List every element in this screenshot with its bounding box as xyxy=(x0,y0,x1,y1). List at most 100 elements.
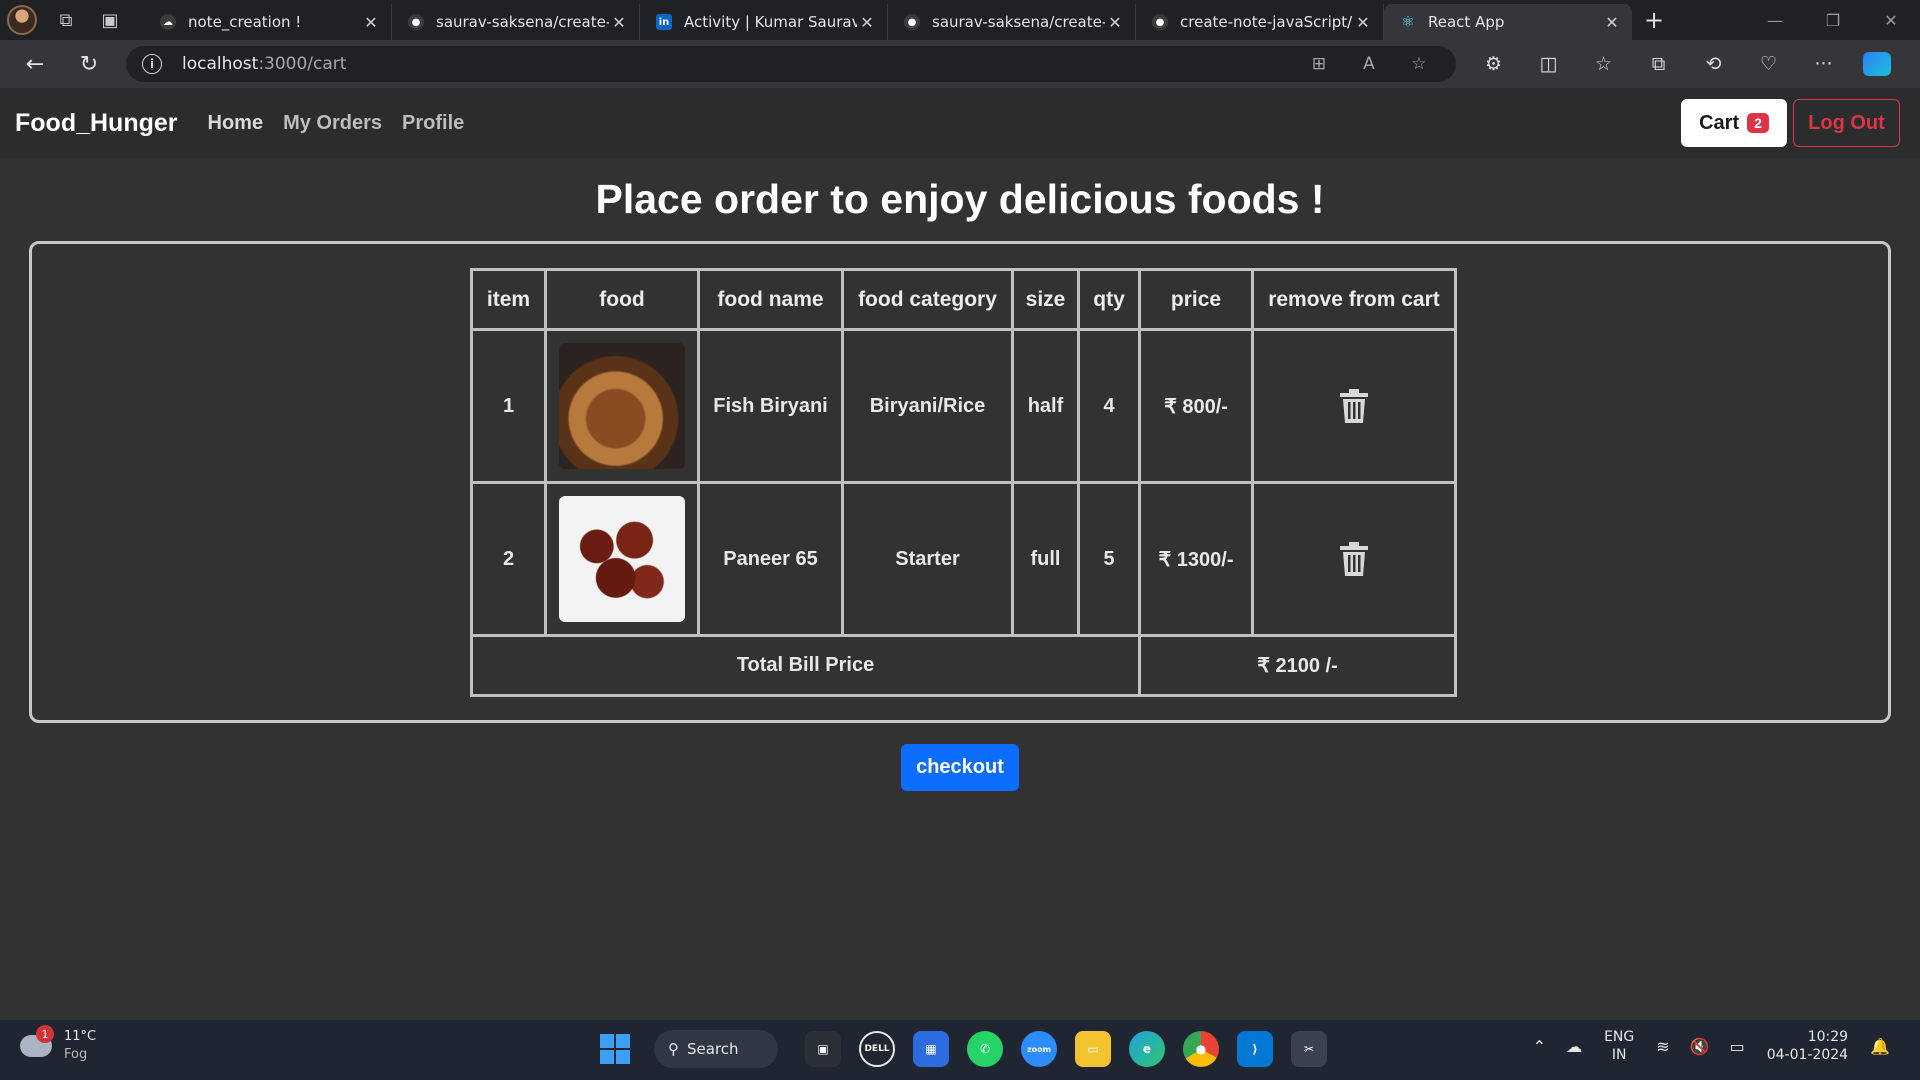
volume-muted-icon[interactable]: 🔇 xyxy=(1690,1037,1710,1056)
trash-icon[interactable] xyxy=(1339,389,1369,423)
zoom-icon[interactable]: zoom xyxy=(1021,1031,1057,1067)
more-icon[interactable]: ··· xyxy=(1796,53,1851,75)
remove-cell xyxy=(1251,328,1457,484)
notification-bell-icon[interactable]: 🔔 xyxy=(1870,1037,1890,1056)
column-header: food name xyxy=(697,268,844,331)
file-explorer-icon[interactable]: ▭ xyxy=(1075,1031,1111,1067)
app-available-icon[interactable]: ⊞ xyxy=(1294,54,1344,74)
column-header: remove from cart xyxy=(1251,268,1457,331)
cart-table: item food food name food category size q… xyxy=(470,268,1457,697)
history-icon[interactable]: ⟲ xyxy=(1686,53,1741,75)
item-number: 2 xyxy=(470,481,547,637)
site-info-icon[interactable]: i xyxy=(142,54,162,74)
address-bar[interactable]: i localhost:3000/cart ⊞ A ☆ xyxy=(126,46,1456,82)
split-screen-icon[interactable]: ◫ xyxy=(1521,53,1576,75)
tab-title: note_creation ! xyxy=(188,13,302,31)
windows-start-icon[interactable] xyxy=(600,1034,630,1064)
total-value: ₹ 2100 /- xyxy=(1138,634,1457,697)
close-icon[interactable]: ✕ xyxy=(361,13,381,32)
food-size: half xyxy=(1011,328,1080,484)
snipping-tool-icon[interactable]: ✂ xyxy=(1291,1031,1327,1067)
chrome-icon[interactable]: ● xyxy=(1183,1031,1219,1067)
profile-avatar[interactable] xyxy=(0,0,44,40)
table-row: 2 Paneer 65 Starter full 5 ₹ 1300/- xyxy=(470,481,1457,637)
tab-note-creation[interactable]: ☁ note_creation ! ✕ xyxy=(144,4,392,40)
restore-icon[interactable]: ❐ xyxy=(1804,0,1862,40)
language-indicator[interactable]: ENG IN xyxy=(1604,1028,1634,1064)
food-name: Fish Biryani xyxy=(697,328,844,484)
react-icon: ⚛ xyxy=(1401,13,1415,31)
clock-time: 10:29 xyxy=(1807,1029,1849,1045)
brand-logo[interactable]: Food_Hunger xyxy=(15,109,178,138)
weather-widget[interactable]: 1 11°C Fog xyxy=(20,1025,96,1064)
fog-icon: 1 xyxy=(20,1025,54,1057)
onedrive-icon[interactable]: ☁ xyxy=(1566,1037,1582,1056)
read-aloud-icon[interactable]: A xyxy=(1344,54,1394,74)
app-page: Food_Hunger Home My Orders Profile Cart … xyxy=(0,88,1920,1020)
column-header: food category xyxy=(841,268,1014,331)
taskbar-search[interactable]: ⚲ Search xyxy=(654,1030,778,1068)
region-code: IN xyxy=(1611,1047,1627,1063)
chevron-up-icon[interactable]: ⌃ xyxy=(1533,1037,1546,1056)
task-view-icon[interactable]: ▣ xyxy=(805,1031,841,1067)
trash-icon[interactable] xyxy=(1339,542,1369,576)
food-image-cell xyxy=(544,481,700,637)
copilot-icon[interactable] xyxy=(1863,52,1891,76)
wifi-icon[interactable]: ≋ xyxy=(1656,1037,1669,1056)
column-header: food xyxy=(544,268,700,331)
battery-icon[interactable]: ▭ xyxy=(1730,1037,1745,1056)
window-controls: — ❐ ✕ xyxy=(1746,0,1920,40)
tab-title: React App xyxy=(1428,13,1505,31)
fish-biryani-photo xyxy=(559,343,685,469)
browser-tab-strip: ⧉ ▣ ☁ note_creation ! ✕ ● saurav-saksena… xyxy=(0,0,1920,40)
vscode-icon[interactable]: ⟩ xyxy=(1237,1031,1273,1067)
logout-button[interactable]: Log Out xyxy=(1793,99,1900,147)
edge-icon[interactable]: e xyxy=(1129,1031,1165,1067)
table-header-row: item food food name food category size q… xyxy=(470,268,1457,331)
food-image-cell xyxy=(544,328,700,484)
clock[interactable]: 10:29 04-01-2024 xyxy=(1767,1028,1848,1064)
tab-linkedin[interactable]: in Activity | Kumar Saurav | l ✕ xyxy=(640,4,888,40)
tab-github-3[interactable]: ● create-note-javaScript/im ✕ xyxy=(1136,4,1384,40)
github-icon: ● xyxy=(904,14,920,30)
github-icon: ● xyxy=(1152,14,1168,30)
nav-profile[interactable]: Profile xyxy=(402,112,464,135)
nav-my-orders[interactable]: My Orders xyxy=(283,112,382,135)
cart-container: item food food name food category size q… xyxy=(29,241,1891,723)
close-icon[interactable]: ✕ xyxy=(1105,13,1125,32)
close-window-icon[interactable]: ✕ xyxy=(1862,0,1920,40)
column-header: size xyxy=(1011,268,1080,331)
dell-icon[interactable]: DELL xyxy=(859,1031,895,1067)
vertical-tabs-icon[interactable]: ▣ xyxy=(88,0,132,40)
favorites-icon[interactable]: ☆ xyxy=(1576,53,1631,75)
back-icon[interactable]: ← xyxy=(8,40,62,88)
close-icon[interactable]: ✕ xyxy=(609,13,629,32)
close-icon[interactable]: ✕ xyxy=(1353,13,1373,32)
app-navbar: Food_Hunger Home My Orders Profile Cart … xyxy=(0,88,1920,158)
close-icon[interactable]: ✕ xyxy=(857,13,877,32)
tab-title: create-note-javaScript/im xyxy=(1180,13,1353,31)
tab-react-app[interactable]: ⚛ React App ✕ xyxy=(1384,4,1632,40)
workspaces-icon[interactable]: ⧉ xyxy=(44,0,88,40)
extensions-icon[interactable]: ⚙ xyxy=(1466,53,1521,75)
favorite-star-icon[interactable]: ☆ xyxy=(1394,54,1444,74)
page-title: Place order to enjoy delicious foods ! xyxy=(595,176,1325,222)
minimize-icon[interactable]: — xyxy=(1746,0,1804,40)
close-icon[interactable]: ✕ xyxy=(1602,13,1622,32)
whatsapp-icon[interactable]: ✆ xyxy=(967,1031,1003,1067)
food-category: Starter xyxy=(841,481,1014,637)
refresh-icon[interactable]: ↻ xyxy=(62,40,116,88)
cart-button[interactable]: Cart 2 xyxy=(1681,99,1787,147)
food-name: Paneer 65 xyxy=(697,481,844,637)
tab-github-1[interactable]: ● saurav-saksena/create-nc ✕ xyxy=(392,4,640,40)
paneer-65-photo xyxy=(559,496,685,622)
performance-icon[interactable]: ♡ xyxy=(1741,53,1796,75)
microsoft-store-icon[interactable]: ▦ xyxy=(913,1031,949,1067)
nav-home[interactable]: Home xyxy=(208,112,264,135)
collections-icon[interactable]: ⧉ xyxy=(1631,53,1686,75)
new-tab-button[interactable]: + xyxy=(1632,6,1676,34)
checkout-button[interactable]: checkout xyxy=(901,744,1019,791)
url-text[interactable]: localhost:3000/cart xyxy=(182,54,346,74)
tab-github-2[interactable]: ● saurav-saksena/create-nc ✕ xyxy=(888,4,1136,40)
address-toolbar: ← ↻ i localhost:3000/cart ⊞ A ☆ ⚙ ◫ ☆ ⧉ … xyxy=(0,40,1920,88)
